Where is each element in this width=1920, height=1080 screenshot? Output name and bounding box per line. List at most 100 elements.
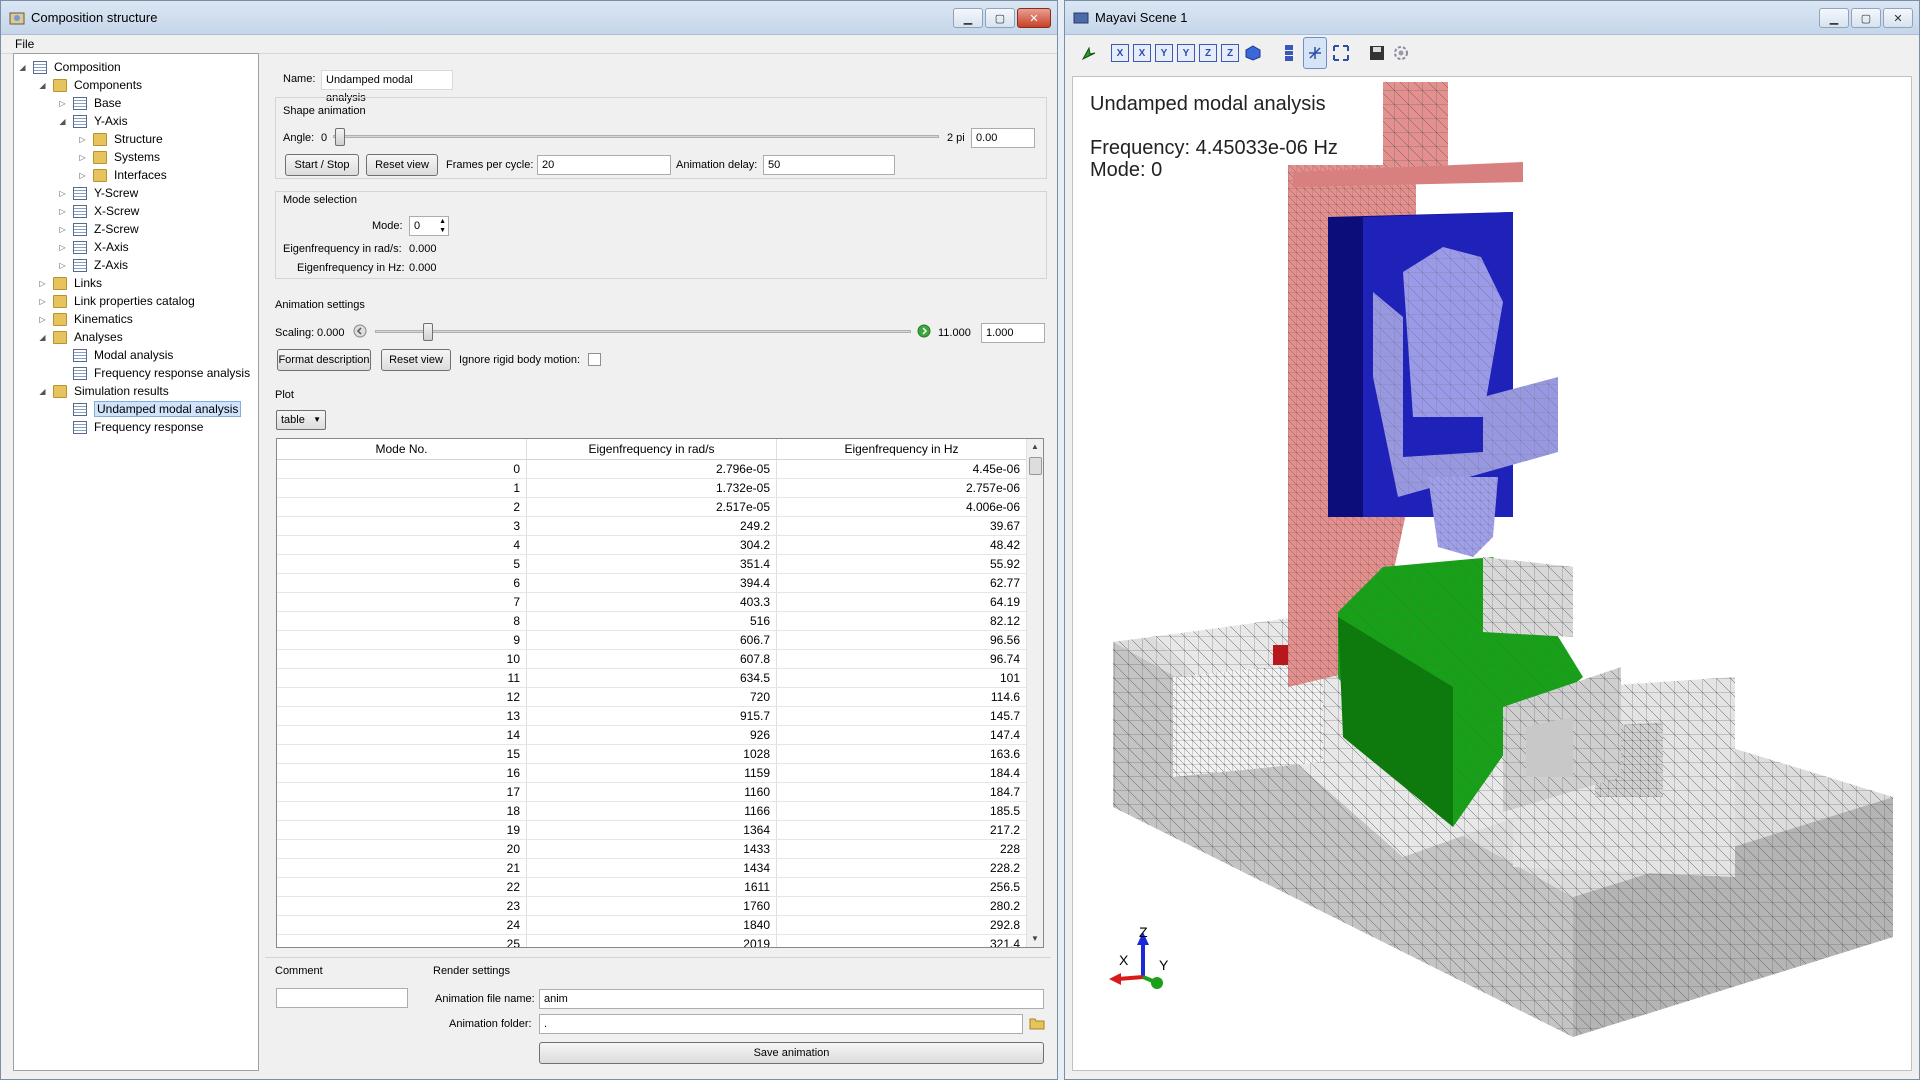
scroll-up-icon[interactable]: ▲ [1027, 439, 1043, 455]
settings-icon[interactable] [1391, 43, 1411, 63]
name-field[interactable]: Undamped modal analysis [321, 70, 453, 104]
expanded-icon[interactable]: ◢ [58, 117, 67, 126]
spin-down-icon[interactable]: ▼ [439, 226, 446, 235]
ignore-rigid-checkbox[interactable] [588, 353, 601, 366]
scaling-value-field[interactable]: 1.000 [981, 323, 1045, 343]
view-z-neg-icon[interactable]: Z [1221, 44, 1239, 62]
table-row[interactable]: 9 606.7 96.56 [277, 631, 1043, 650]
collapsed-icon[interactable]: ▷ [58, 261, 67, 270]
delay-field[interactable]: 50 [763, 155, 895, 175]
table-row[interactable]: 12 720 114.6 [277, 688, 1043, 707]
axes-toggle-icon[interactable] [1303, 37, 1327, 69]
tree-item[interactable]: ◢ Analyses [38, 328, 122, 346]
tree-item[interactable]: ▷ Systems [78, 148, 160, 166]
table-row[interactable]: 15 1028 163.6 [277, 745, 1043, 764]
table-row[interactable]: 5 351.4 55.92 [277, 555, 1043, 574]
table-row[interactable]: 17 1160 184.7 [277, 783, 1043, 802]
collapsed-icon[interactable]: ▷ [58, 225, 67, 234]
view-y-icon[interactable]: Y [1155, 44, 1173, 62]
collapsed-icon[interactable]: ▷ [38, 279, 47, 288]
scaling-slider-thumb[interactable] [423, 323, 433, 341]
table-row[interactable]: 0 2.796e-05 4.45e-06 [277, 460, 1043, 479]
table-row[interactable]: 24 1840 292.8 [277, 916, 1043, 935]
table-row[interactable]: 6 394.4 62.77 [277, 574, 1043, 593]
collapsed-icon[interactable]: ▷ [58, 189, 67, 198]
table-row[interactable]: 23 1760 280.2 [277, 897, 1043, 916]
angle-slider-track[interactable] [333, 135, 939, 138]
animation-file-field[interactable]: anim [539, 989, 1044, 1009]
minimize-button[interactable]: ▁ [1819, 8, 1849, 28]
scaling-increase-icon[interactable] [917, 324, 931, 338]
minimize-button[interactable]: ▁ [953, 8, 983, 28]
start-stop-button[interactable]: Start / Stop [285, 154, 359, 176]
composition-tree[interactable]: ◢ Composition ◢ Components ▷ Base ◢ Y-Axis ▷ Stru… [13, 53, 259, 1071]
save-icon[interactable] [1367, 43, 1387, 63]
save-animation-button[interactable]: Save animation [539, 1042, 1044, 1064]
table-row[interactable]: 14 926 147.4 [277, 726, 1043, 745]
plot-type-select[interactable]: table ▼ [276, 410, 326, 430]
iso-view-icon[interactable] [1243, 43, 1263, 63]
table-row[interactable]: 25 2019 321.4 [277, 935, 1043, 947]
expanded-icon[interactable]: ◢ [38, 387, 47, 396]
table-row[interactable]: 3 249.2 39.67 [277, 517, 1043, 536]
maximize-button[interactable]: ▢ [985, 8, 1015, 28]
eigenfrequency-table[interactable]: Mode No. Eigenfrequency in rad/s Eigenfr… [276, 438, 1044, 948]
collapsed-icon[interactable]: ▷ [78, 153, 87, 162]
tree-item[interactable]: ▷ Y-Screw [58, 184, 138, 202]
table-scrollbar[interactable]: ▲ ▼ [1026, 439, 1043, 947]
tree-item[interactable]: Frequency response [58, 418, 203, 436]
table-row[interactable]: 4 304.2 48.42 [277, 536, 1043, 555]
title-bar[interactable]: Composition structure ▁ ▢ ✕ [1, 1, 1057, 35]
collapsed-icon[interactable]: ▷ [58, 99, 67, 108]
column-header[interactable]: Eigenfrequency in rad/s [527, 439, 777, 459]
collapsed-icon[interactable]: ▷ [78, 135, 87, 144]
menu-file[interactable]: File [15, 37, 34, 51]
view-y-neg-icon[interactable]: Y [1177, 44, 1195, 62]
tree-item[interactable]: ▷ Kinematics [38, 310, 132, 328]
scroll-down-icon[interactable]: ▼ [1027, 931, 1043, 947]
tree-item[interactable]: ▷ Links [38, 274, 102, 292]
title-bar-mayavi[interactable]: Mayavi Scene 1 ▁ ▢ ✕ [1065, 1, 1919, 35]
collapsed-icon[interactable]: ▷ [58, 207, 67, 216]
spin-up-icon[interactable]: ▲ [439, 217, 446, 226]
table-row[interactable]: 19 1364 217.2 [277, 821, 1043, 840]
view-x-neg-icon[interactable]: X [1133, 44, 1151, 62]
table-row[interactable]: 22 1611 256.5 [277, 878, 1043, 897]
reset-view-button[interactable]: Reset view [366, 154, 438, 176]
tree-item[interactable]: ▷ Link properties catalog [38, 292, 194, 310]
frames-field[interactable]: 20 [537, 155, 671, 175]
tree-item[interactable]: ◢ Composition [18, 58, 120, 76]
tree-item[interactable]: ▷ Z-Axis [58, 256, 128, 274]
scrollbar-thumb[interactable] [1029, 457, 1042, 475]
table-row[interactable]: 13 915.7 145.7 [277, 707, 1043, 726]
angle-slider-thumb[interactable] [335, 128, 345, 146]
tree-item[interactable]: Frequency response analysis [58, 364, 250, 382]
tree-item[interactable]: ◢ Components [38, 76, 142, 94]
folder-browse-icon[interactable] [1029, 1015, 1045, 1031]
tree-item[interactable]: ▷ X-Axis [58, 238, 128, 256]
tree-item[interactable]: ▷ Interfaces [78, 166, 166, 184]
tree-item[interactable]: ◢ Simulation results [38, 382, 168, 400]
table-row[interactable]: 2 2.517e-05 4.006e-06 [277, 498, 1043, 517]
tree-item[interactable]: ▷ X-Screw [58, 202, 139, 220]
3d-viewport[interactable]: Undamped modal analysis Frequency: 4.450… [1072, 76, 1912, 1071]
collapsed-icon[interactable]: ▷ [78, 171, 87, 180]
collapsed-icon[interactable]: ▷ [38, 297, 47, 306]
table-row[interactable]: 21 1434 228.2 [277, 859, 1043, 878]
table-row[interactable]: 8 516 82.12 [277, 612, 1043, 631]
close-button[interactable]: ✕ [1017, 8, 1051, 28]
comment-field[interactable] [276, 988, 408, 1008]
table-row[interactable]: 16 1159 184.4 [277, 764, 1043, 783]
table-row[interactable]: 7 403.3 64.19 [277, 593, 1043, 612]
close-button[interactable]: ✕ [1883, 8, 1913, 28]
scaling-slider-track[interactable] [375, 330, 911, 333]
collapsed-icon[interactable]: ▷ [38, 315, 47, 324]
reset-view-button-2[interactable]: Reset view [381, 349, 451, 371]
table-row[interactable]: 18 1166 185.5 [277, 802, 1043, 821]
scaling-decrease-icon[interactable] [353, 324, 367, 338]
view-z-icon[interactable]: Z [1199, 44, 1217, 62]
arrow-icon[interactable] [1079, 43, 1099, 63]
tree-item[interactable]: ▷ Structure [78, 130, 162, 148]
parallel-projection-icon[interactable] [1279, 43, 1299, 63]
table-row[interactable]: 20 1433 228 [277, 840, 1043, 859]
